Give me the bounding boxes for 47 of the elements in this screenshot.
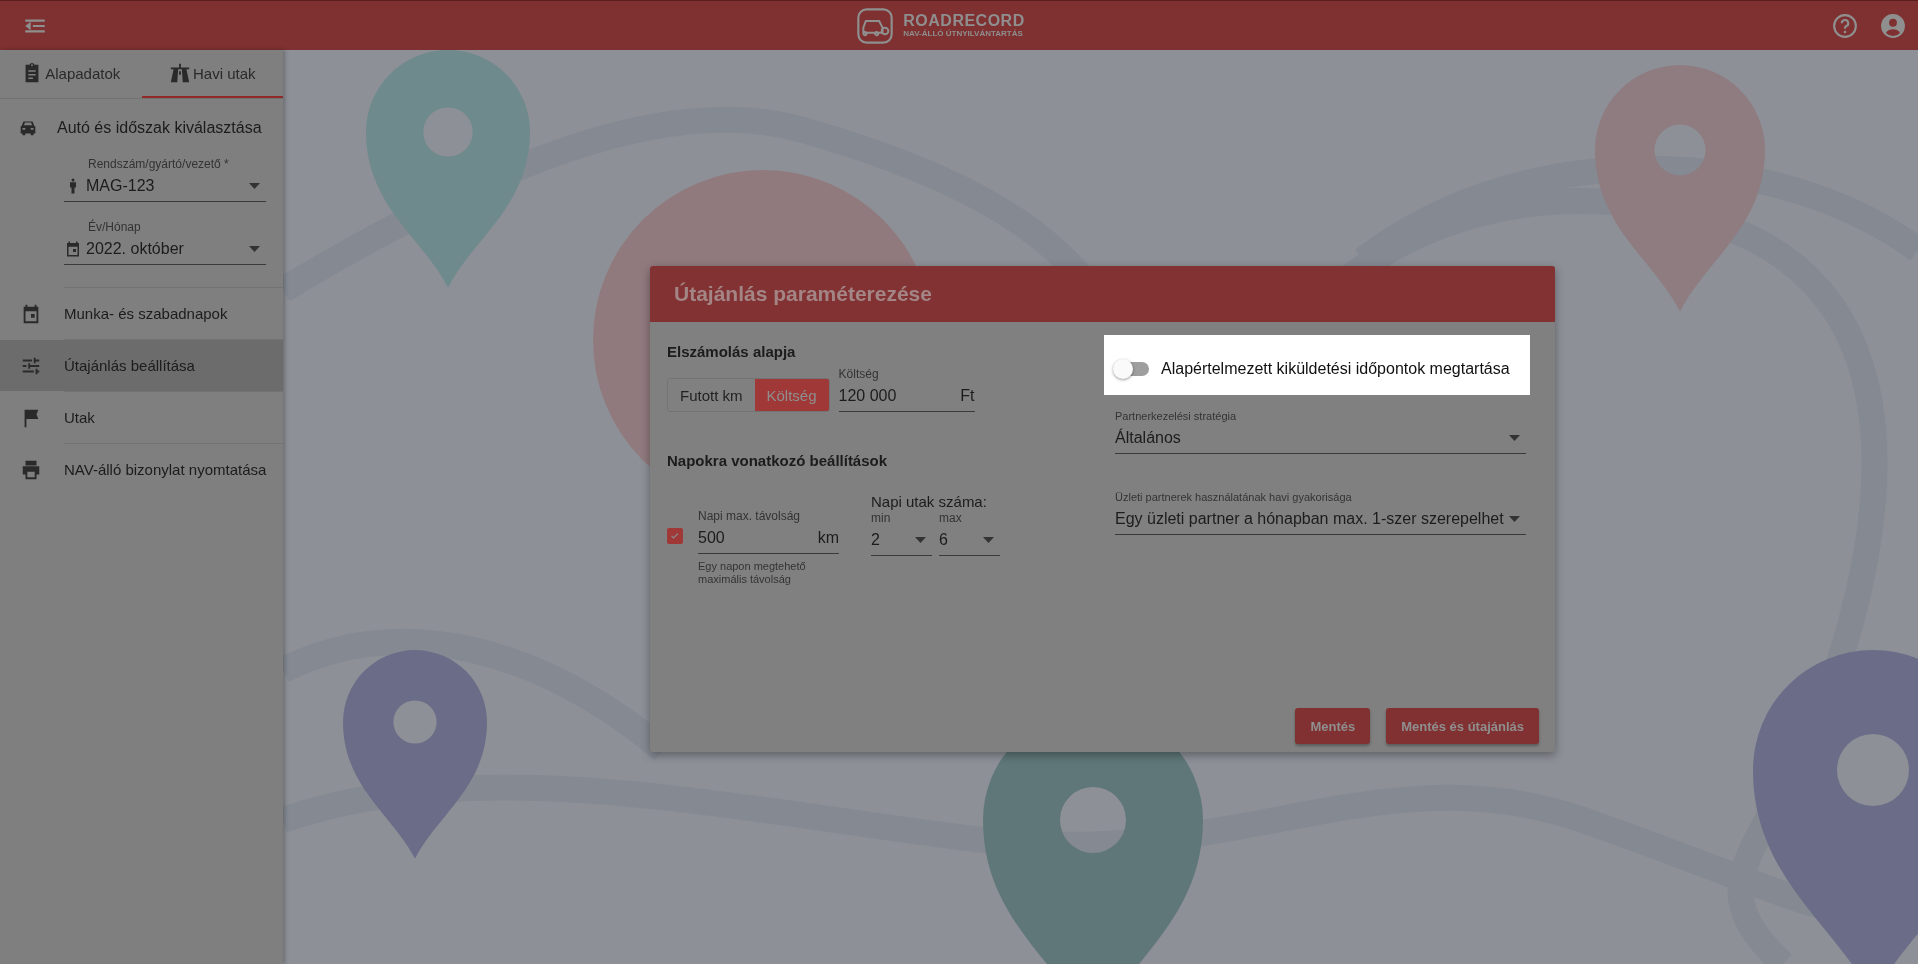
action-button[interactable]: Mentés és útajánlás xyxy=(1386,708,1539,744)
dropdown-field[interactable]: MAG-123 xyxy=(64,171,266,202)
road-icon xyxy=(169,62,191,84)
field-label: Rendszám/gyártó/vezető * xyxy=(87,157,230,171)
dropdown-field[interactable]: 2 xyxy=(871,525,932,556)
dropdown-field[interactable]: 2022. október xyxy=(64,234,266,265)
action-button[interactable]: Mentés xyxy=(1295,708,1371,744)
toggle-switch[interactable] xyxy=(1115,362,1149,376)
check-icon xyxy=(669,530,681,542)
field-label: min xyxy=(871,511,892,525)
field-label: Partnerkezelési stratégia xyxy=(1115,409,1238,423)
helper-text: Egy napon megtehető maximális távolság xyxy=(698,560,807,586)
caret-icon xyxy=(983,537,994,543)
checkbox[interactable] xyxy=(667,528,683,544)
field-label: Költség xyxy=(838,367,880,381)
nav-item[interactable]: Utak xyxy=(0,392,283,443)
dropdown-field[interactable]: Általános xyxy=(1115,423,1526,454)
calendar-icon xyxy=(64,240,82,258)
help-icon[interactable] xyxy=(1832,12,1858,39)
field-label: Év/Hónap xyxy=(87,220,142,234)
section-heading: Elszámolás alapja xyxy=(667,343,797,360)
toggle-label: Alapértelmezett kiküldetési időpontok megtartása xyxy=(1161,360,1510,378)
section-title: Autó és időszak kiválasztása xyxy=(57,119,262,137)
dropdown-field[interactable]: 6 xyxy=(939,525,1000,556)
dropdown-field[interactable]: Egy üzleti partner a hónapban max. 1-szer szerepelhet xyxy=(1115,504,1526,535)
field-title: Napi utak száma: xyxy=(871,493,988,510)
caret-icon xyxy=(915,537,926,543)
car-logo-icon xyxy=(855,5,896,46)
input-field[interactable]: 500 km xyxy=(698,523,839,554)
caret-icon xyxy=(1509,435,1520,441)
section-heading: Napokra vonatkozó beállítások xyxy=(667,452,889,469)
caret-icon xyxy=(1509,516,1520,522)
nav-item[interactable]: Útajánlás beállítása xyxy=(0,340,283,391)
dialog-title: Útajánlás paraméterezése xyxy=(674,282,932,306)
nav-item[interactable]: NAV-álló bizonylat nyomtatása xyxy=(0,444,283,495)
logo-subtitle: NAV-ÁLLÓ ÚTNYILVÁNTARTÁS xyxy=(903,29,1024,39)
field-label: Üzleti partnerek használatának havi gyakorisága xyxy=(1115,490,1353,504)
field-label: Napi max. távolság xyxy=(698,509,802,523)
logo-title: ROADRECORD xyxy=(903,12,1025,29)
field-label: max xyxy=(939,511,963,525)
input-field[interactable]: 120 000 Ft xyxy=(838,381,975,412)
nav-item[interactable]: Munka- és szabadnapok xyxy=(0,288,283,339)
caret-icon xyxy=(249,183,260,189)
tab[interactable]: Alapadatok xyxy=(0,50,142,98)
account-icon[interactable] xyxy=(1880,12,1906,39)
printer-icon xyxy=(20,458,42,481)
caret-icon xyxy=(249,246,260,252)
